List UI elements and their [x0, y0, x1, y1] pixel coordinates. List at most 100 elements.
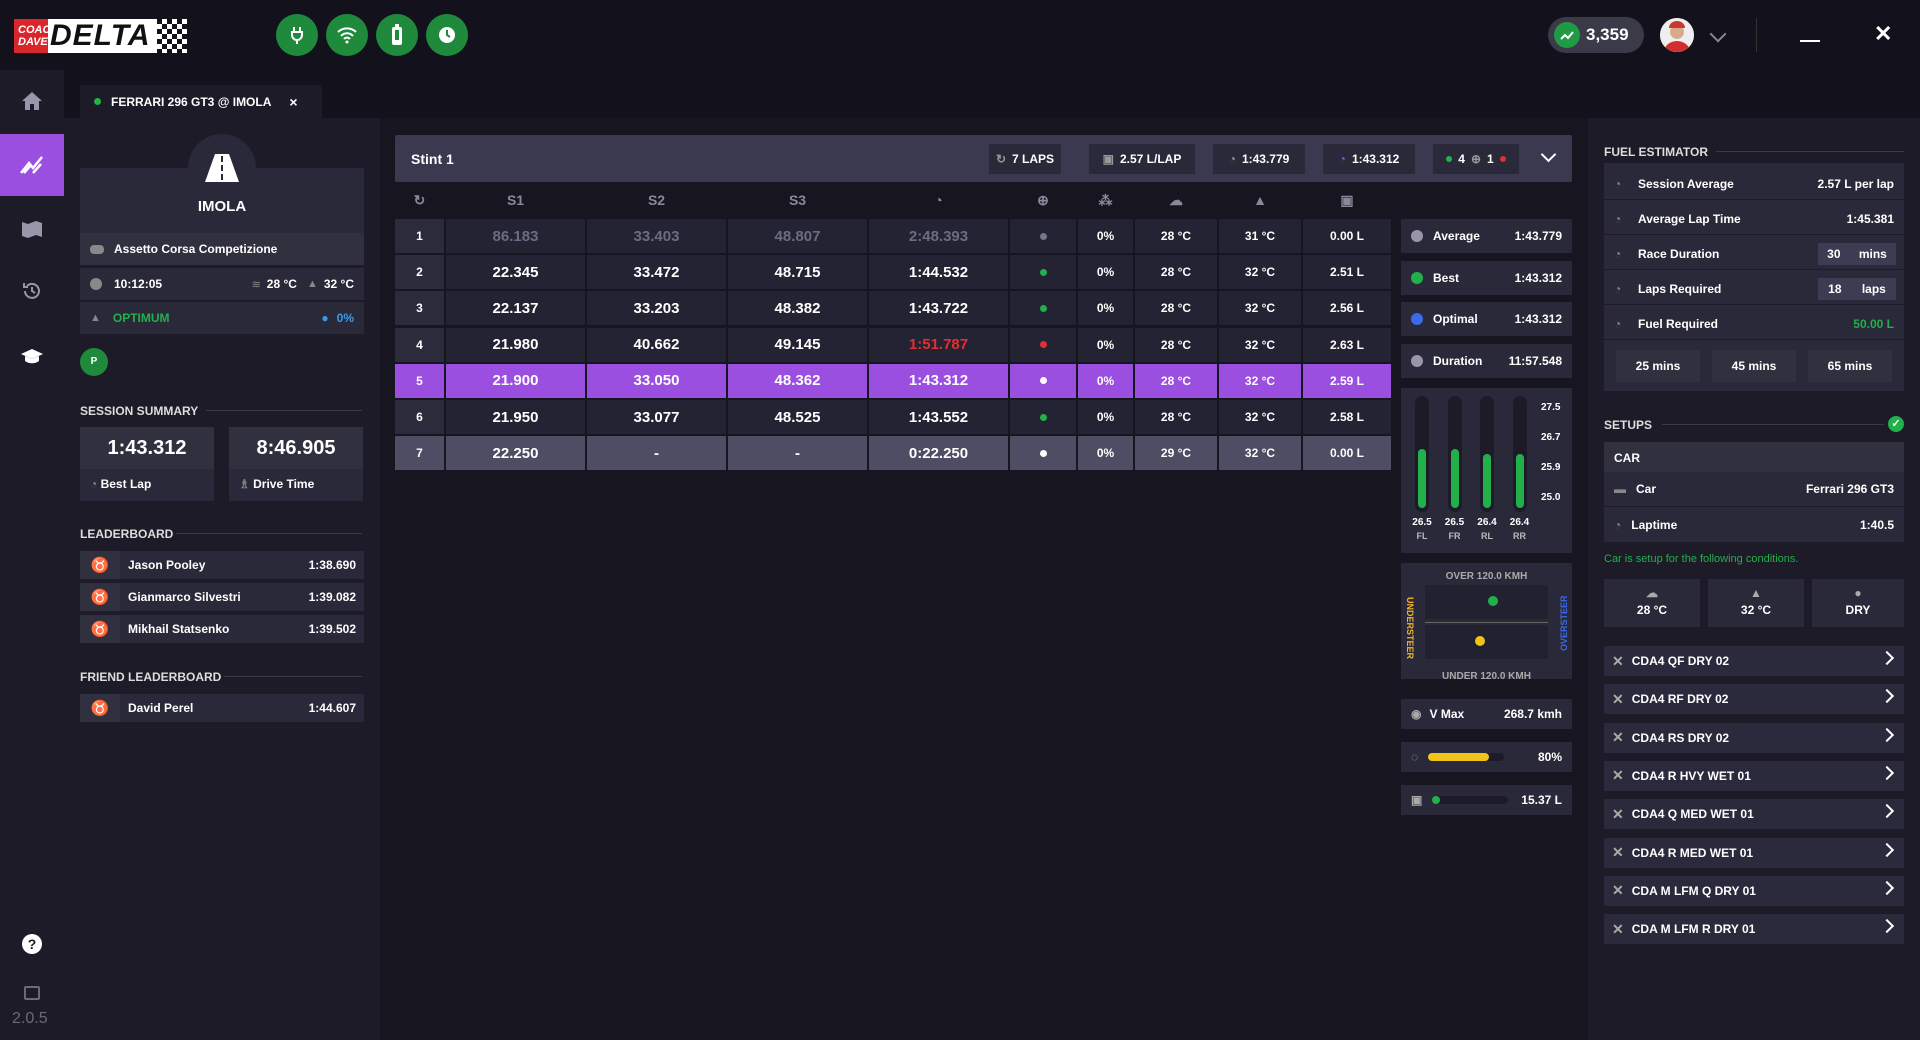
medal-icon: ♉: [80, 615, 120, 643]
drop-icon: ◔: [1614, 316, 1622, 331]
score-badge[interactable]: 3,359: [1548, 17, 1644, 53]
close-icon[interactable]: ✕: [1874, 23, 1892, 45]
duration-preset-button[interactable]: 45 mins: [1712, 350, 1796, 382]
balance-fast-track: [1425, 585, 1548, 619]
chevron-right-icon: [1879, 727, 1895, 742]
validity-dot: [1039, 232, 1047, 240]
drop-icon: ●: [321, 311, 329, 325]
session-type-badge: P: [80, 348, 108, 376]
leaderboard-time: 1:44.607: [308, 701, 356, 715]
chevron-down-icon[interactable]: [1540, 146, 1557, 163]
table-cell-rain: 0%: [1078, 363, 1133, 398]
table-cell-s3: 48.382: [728, 291, 867, 326]
wifi-icon[interactable]: [326, 14, 368, 56]
average-time-badge: ◔ 1:43.779: [1213, 144, 1305, 174]
setup-item[interactable]: ✕ CDA M LFM Q DRY 01: [1604, 875, 1904, 906]
leaderboard-row[interactable]: ♉ Jason Pooley 1:38.690: [80, 551, 364, 579]
table-cell-rain: 0%: [1078, 255, 1133, 290]
table-cell-rain: 0%: [1078, 291, 1133, 326]
table-cell-track: 32 °C: [1219, 400, 1301, 434]
sidebar-item-history[interactable]: [0, 260, 64, 322]
table-cell-s2: 33.203: [587, 291, 726, 326]
stint-title: Stint 1: [411, 151, 454, 167]
fuel-input[interactable]: 30 mins: [1818, 242, 1896, 265]
copy-icon[interactable]: [24, 986, 40, 1000]
duration-preset-button[interactable]: 65 mins: [1808, 350, 1892, 382]
track-icon-circle: [188, 134, 256, 202]
tyre-bar: [1480, 396, 1494, 512]
setup-item[interactable]: ✕ CDA4 R MED WET 01: [1604, 837, 1904, 868]
wetness-value: 0%: [336, 311, 354, 325]
validity-dot: [1039, 341, 1047, 349]
sidebar-item-academy[interactable]: [0, 326, 64, 388]
leaderboard-name: David Perel: [128, 701, 194, 715]
fuel-input-value: 18: [1828, 281, 1842, 296]
tab-close-icon[interactable]: ×: [289, 94, 297, 110]
fuel-input-value: 30: [1827, 246, 1841, 261]
best-lap-value: 1:43.312: [80, 427, 214, 469]
table-cell-lap: 1: [395, 219, 444, 253]
drive-time-label: Drive Time: [253, 477, 315, 491]
table-cell-air: 28 °C: [1135, 291, 1217, 326]
sidebar-item-live[interactable]: [0, 134, 64, 196]
table-cell-lap: 7: [395, 436, 444, 471]
chevron-down-icon[interactable]: [1709, 25, 1727, 43]
track-name: IMOLA: [197, 198, 247, 215]
tyre-label: RR: [1513, 531, 1526, 541]
avatar[interactable]: [1660, 18, 1694, 52]
gauge-icon: ◌: [1411, 750, 1419, 764]
setup-item[interactable]: ✕ CDA4 RS DRY 02: [1604, 722, 1904, 753]
app-version: 2.0.5: [12, 1010, 48, 1027]
setup-item[interactable]: ✕ CDA4 Q MED WET 01: [1604, 799, 1904, 830]
leaderboard-row[interactable]: ♉ Gianmarco Silvestri 1:39.082: [80, 583, 364, 611]
fuel-row-label: Average Lap Time: [1638, 211, 1741, 226]
vmax-label: V Max: [1429, 707, 1465, 721]
leaderboard-row[interactable]: ♉ David Perel 1:44.607: [80, 694, 364, 722]
table-cell-valid: [1010, 219, 1076, 253]
sidebar-item-home[interactable]: [0, 70, 64, 132]
best-lap-label: Best Lap: [100, 477, 152, 491]
drive-time-value: 8:46.905: [229, 427, 363, 469]
clock-icon[interactable]: [426, 14, 468, 56]
setup-item[interactable]: ✕ CDA4 RF DRY 02: [1604, 684, 1904, 715]
leaderboard-row[interactable]: ♉ Mikhail Statsenko 1:39.502: [80, 615, 364, 643]
car-icon: ▬: [1614, 482, 1626, 496]
duration-preset-button[interactable]: 25 mins: [1616, 350, 1700, 382]
fuel-row: ◔ Session Average 2.57 L per lap: [1604, 168, 1904, 200]
plug-icon[interactable]: [276, 14, 318, 56]
chevron-right-icon: [1879, 880, 1895, 895]
battery-icon[interactable]: [376, 14, 418, 56]
table-cell-lap: 2: [395, 255, 444, 290]
cond-track-card: ▲ 32 °C: [1708, 579, 1804, 627]
setup-item[interactable]: ✕ CDA4 QF DRY 02: [1604, 646, 1904, 676]
best-time-badge: ◔ 1:43.312: [1323, 144, 1415, 174]
tyre-label: FL: [1416, 531, 1428, 541]
setup-note: Car is setup for the following condition…: [1604, 553, 1799, 565]
divider: [1756, 18, 1757, 52]
setup-name: CDA4 QF DRY 02: [1631, 654, 1730, 668]
minimize-icon[interactable]: [1800, 40, 1820, 42]
table-cell-time: 1:51.787: [869, 327, 1008, 362]
table-cell-valid: [1010, 327, 1076, 362]
sidebar-item-map[interactable]: [0, 198, 64, 260]
setup-item[interactable]: ✕ CDA4 R HVY WET 01: [1604, 760, 1904, 791]
understeer-label: UNDERSTEER: [1405, 597, 1415, 660]
table-cell-track: 31 °C: [1219, 219, 1301, 253]
chevron-right-icon: [1879, 804, 1895, 819]
seat-icon: ♗: [239, 477, 250, 491]
setup-item[interactable]: ✕ CDA M LFM R DRY 01: [1604, 914, 1904, 945]
setup-name: CDA4 RS DRY 02: [1631, 730, 1730, 745]
table-cell-time: 1:43.552: [869, 400, 1008, 434]
stat-label: Average: [1433, 229, 1480, 243]
help-icon[interactable]: ?: [22, 934, 42, 954]
fuel-value: 15.37 L: [1521, 793, 1562, 807]
stat-value: 1:43.312: [1514, 270, 1562, 285]
fuel-input[interactable]: 18 laps: [1818, 277, 1896, 300]
table-cell-air: 28 °C: [1135, 363, 1217, 398]
setup-name: CDA M LFM Q DRY 01: [1631, 883, 1756, 898]
tab-session[interactable]: FERRARI 296 GT3 @ IMOLA ×: [80, 85, 322, 118]
rain-icon: ⁂: [1098, 192, 1113, 208]
stat-label: Best: [1433, 270, 1460, 285]
fuel-row-value: 50.00 L: [1853, 316, 1894, 331]
section-title-session-summary: SESSION SUMMARY: [80, 404, 199, 418]
